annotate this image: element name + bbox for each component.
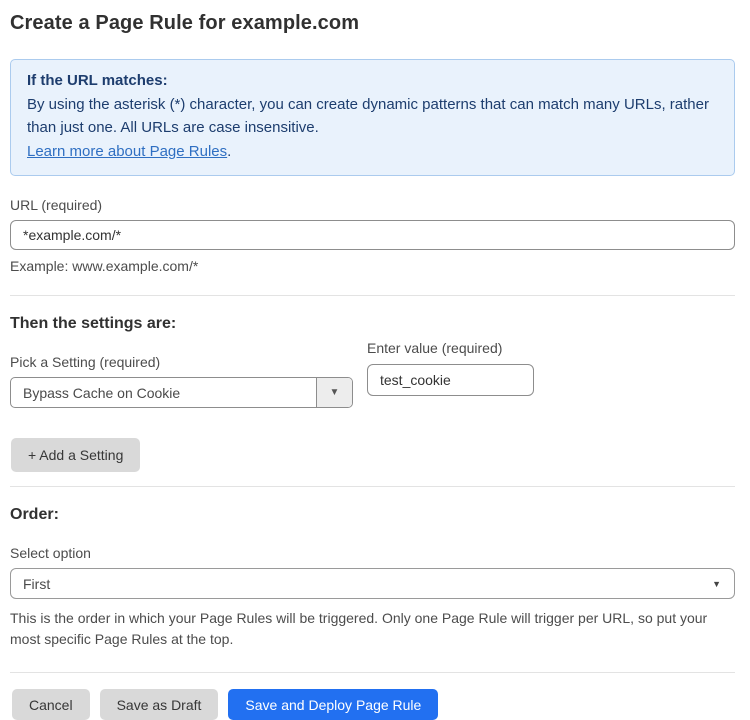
setting-select-column: Pick a Setting (required) Bypass Cache o…	[10, 333, 353, 408]
order-select-label: Select option	[10, 545, 735, 561]
link-suffix: .	[227, 143, 231, 160]
url-field-label: URL (required)	[10, 197, 735, 213]
order-select-value: First	[23, 576, 50, 592]
value-field-label: Enter value (required)	[367, 340, 534, 356]
divider	[10, 295, 735, 296]
page-title: Create a Page Rule for example.com	[10, 12, 735, 35]
setting-dropdown-arrow-button[interactable]: ▼	[316, 378, 352, 407]
setting-select-label: Pick a Setting (required)	[10, 354, 353, 370]
add-setting-button[interactable]: + Add a Setting	[11, 438, 140, 472]
divider	[10, 672, 735, 673]
settings-section-heading: Then the settings are:	[10, 315, 735, 333]
setting-value-input[interactable]	[367, 364, 534, 396]
order-section-heading: Order:	[10, 506, 735, 524]
url-field-helper: Example: www.example.com/*	[10, 258, 735, 274]
url-match-info-box: If the URL matches: By using the asteris…	[10, 59, 735, 176]
setting-value-column: Enter value (required)	[367, 340, 534, 408]
cancel-button[interactable]: Cancel	[12, 689, 90, 720]
info-box-body: By using the asterisk (*) character, you…	[27, 93, 718, 140]
select-caret-icon: ▼	[712, 579, 721, 589]
footer-button-row: Cancel Save as Draft Save and Deploy Pag…	[12, 689, 735, 720]
url-input[interactable]	[10, 220, 735, 250]
learn-more-link[interactable]: Learn more about Page Rules	[27, 143, 227, 160]
order-select[interactable]: First ▼	[10, 568, 735, 599]
save-as-draft-button[interactable]: Save as Draft	[100, 689, 219, 720]
setting-dropdown[interactable]: Bypass Cache on Cookie ▼	[10, 377, 353, 408]
divider	[10, 486, 735, 487]
settings-row: Pick a Setting (required) Bypass Cache o…	[10, 333, 735, 408]
info-box-link-line: Learn more about Page Rules.	[27, 140, 718, 164]
setting-dropdown-value: Bypass Cache on Cookie	[11, 378, 316, 407]
order-helper-text: This is the order in which your Page Rul…	[10, 608, 730, 650]
dropdown-arrow-icon: ▼	[330, 387, 340, 398]
info-box-heading: If the URL matches:	[27, 69, 718, 93]
save-and-deploy-button[interactable]: Save and Deploy Page Rule	[228, 689, 438, 720]
create-page-rule-panel: Create a Page Rule for example.com If th…	[0, 0, 750, 720]
